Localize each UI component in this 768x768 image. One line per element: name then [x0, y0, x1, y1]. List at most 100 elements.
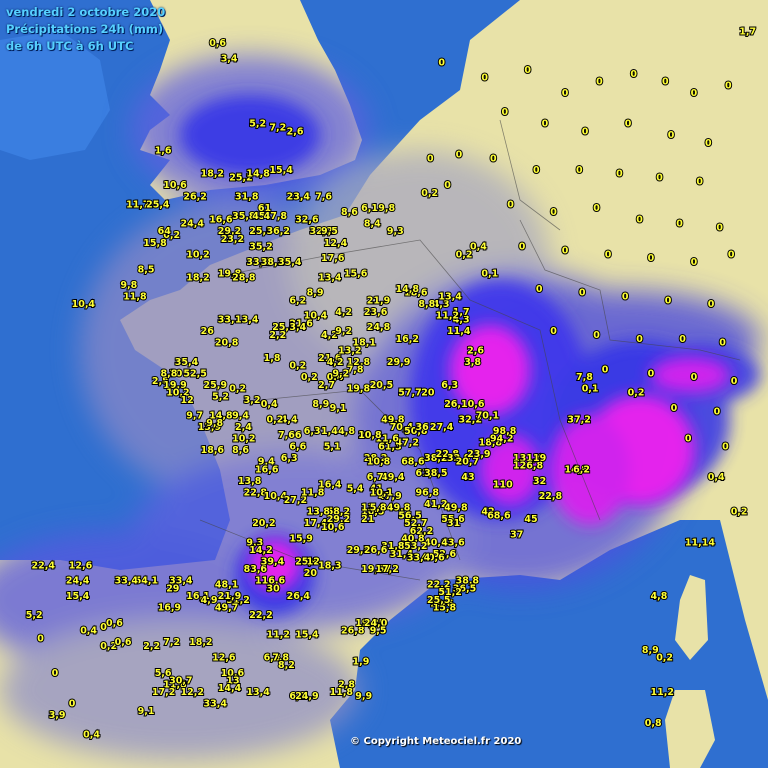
station-value-130: 20,5 [370, 380, 393, 391]
station-value-339: 11,2 [651, 687, 674, 698]
station-value-220: 23,6 [364, 307, 388, 318]
station-value-351: 0,6 [106, 618, 123, 629]
station-value-340: 0,8 [645, 718, 662, 729]
station-value-106: 8,2 [278, 660, 295, 671]
station-value-286: 0 [725, 80, 732, 91]
station-value-309: 0 [648, 253, 655, 264]
station-value-115: 33,4 [204, 699, 228, 710]
station-value-350: 0,2 [267, 414, 284, 425]
station-value-33: 10,2 [186, 249, 209, 260]
station-value-102: 18,2 [189, 637, 212, 648]
station-value-359: 9,1 [138, 706, 155, 717]
station-value-343: 0 [456, 149, 463, 160]
station-value-53: 8,8 [161, 368, 178, 379]
station-value-153: 21 [361, 514, 374, 525]
station-value-187: 45 [524, 514, 537, 525]
station-value-328: 0 [685, 434, 692, 445]
station-value-342: 0 [427, 153, 434, 164]
station-value-352: 0,4 [80, 626, 97, 637]
station-value-299: 0 [696, 176, 703, 187]
station-value-254: 7,66 [278, 430, 302, 441]
station-value-274: 2,2 [269, 330, 286, 341]
station-value-322: 0 [602, 365, 609, 376]
station-value-229: 8,6 [341, 207, 358, 218]
station-value-178: 53,2 [404, 541, 427, 552]
station-value-177: 33,4 [407, 553, 431, 564]
station-value-41: 9,8 [120, 280, 137, 291]
station-value-357: 3,9 [49, 710, 66, 721]
station-value-253: 6,3 [281, 453, 298, 464]
station-value-354: 0 [37, 633, 44, 644]
station-value-252: 6,6 [289, 441, 306, 452]
station-value-256: 6,3 [304, 426, 321, 437]
station-value-20: 16,6 [209, 215, 233, 226]
station-value-296: 0 [576, 165, 583, 176]
station-value-272: 9,1 [330, 403, 347, 414]
station-value-338: 0,2 [656, 653, 673, 664]
station-value-333: 0,2 [628, 388, 645, 399]
station-value-218: 14,8 [396, 284, 420, 295]
station-value-249: 13,8 [307, 507, 331, 518]
station-value-83: 26,4 [287, 591, 311, 602]
station-value-172: 25,5 [427, 595, 450, 606]
station-value-314: 0 [622, 292, 629, 303]
station-value-324: 0 [691, 372, 698, 383]
station-value-82: 20 [304, 568, 318, 579]
station-value-230: 6,1 [361, 203, 378, 214]
station-value-45: 13,4 [235, 315, 259, 326]
station-value-251: 10,6 [321, 522, 345, 533]
station-value-227: 12,4 [324, 238, 348, 249]
station-value-355: 0 [52, 668, 59, 679]
station-value-94: 12,6 [69, 560, 93, 571]
station-value-295: 0 [533, 165, 540, 176]
station-value-318: 0 [593, 330, 600, 341]
station-value-182: 19 [533, 453, 546, 464]
station-value-325: 0 [731, 376, 738, 387]
station-value-303: 0 [636, 215, 643, 226]
station-value-121: 11,8 [330, 687, 354, 698]
station-value-24: 32,6 [295, 215, 319, 226]
station-value-316: 0 [708, 299, 715, 310]
station-value-10: 14,8 [246, 169, 270, 180]
station-value-214: 8,8 [418, 299, 435, 310]
station-value-84: 48,1 [215, 580, 238, 591]
station-value-100: 11,2 [267, 629, 290, 640]
station-value-302: 0 [593, 203, 600, 214]
station-value-40: 18,2 [186, 272, 209, 283]
station-value-103: 12,6 [212, 653, 236, 664]
station-value-198: 27,4 [430, 422, 454, 433]
map-header: vendredi 2 octobre 2020 Précipitations 2… [6, 4, 165, 55]
station-value-5: 2,6 [287, 126, 304, 137]
station-value-129: 19,8 [347, 384, 371, 395]
station-value-242: 6,7 [367, 472, 384, 483]
station-value-31: 23,2 [221, 234, 244, 245]
station-value-161: 43,6 [441, 537, 465, 548]
station-value-18: 25,4 [146, 199, 170, 210]
station-value-264: 10,8 [358, 430, 382, 441]
station-value-335: 7,8 [576, 372, 593, 383]
station-value-263: 4,8 [338, 426, 355, 437]
station-value-239: 6,2 [289, 295, 306, 306]
station-value-1: 0,6 [209, 38, 226, 49]
station-value-57: 12 [181, 395, 194, 406]
station-value-224: 17,6 [321, 253, 345, 264]
station-value-49: 35,4 [175, 357, 199, 368]
station-value-15: 23,4 [287, 192, 311, 203]
station-value-109: 14,4 [218, 683, 242, 694]
precipitation-map: 0,20,63,45,2 7,2 2,61,610,618,2 25,214,8 15,… [0, 0, 768, 768]
station-value-233: 9,3 [387, 226, 404, 237]
station-value-330: 0,2 [731, 507, 748, 518]
station-value-208: 2,6 [467, 345, 484, 356]
station-value-222: 16,2 [396, 334, 419, 345]
station-value-294: 0 [490, 153, 497, 164]
station-value-313: 0 [579, 288, 586, 299]
station-value-118: 1,9 [353, 656, 370, 667]
station-value-110: 13,4 [246, 687, 270, 698]
station-value-287: 1,7 [739, 27, 756, 38]
station-value-71: 20,2 [252, 518, 275, 529]
station-value-248: 11,8 [301, 487, 325, 498]
station-value-4: 7,2 [269, 123, 286, 134]
station-value-192: 37,2 [567, 414, 590, 425]
station-value-347: 0,4 [470, 242, 487, 253]
station-value-317: 0 [550, 326, 557, 337]
